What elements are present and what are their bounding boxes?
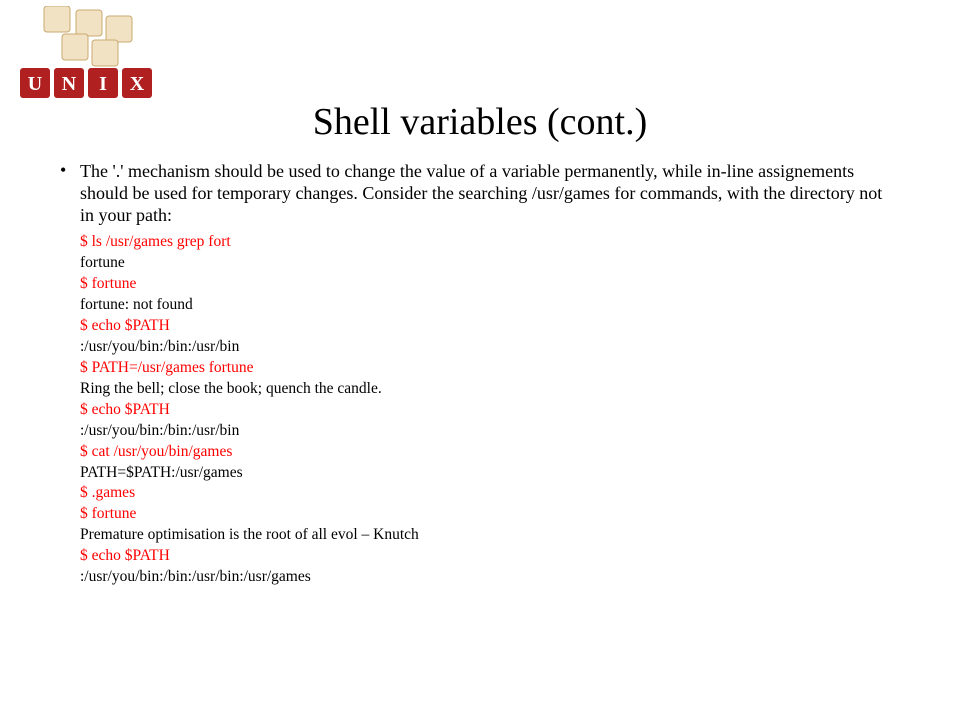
logo-letter-i: I bbox=[99, 73, 107, 95]
code-line: :/usr/you/bin:/bin:/usr/bin bbox=[80, 337, 900, 358]
code-line: $ PATH=/usr/games fortune bbox=[80, 358, 900, 379]
code-line: PATH=$PATH:/usr/games bbox=[80, 463, 900, 484]
logo-letter-u: U bbox=[28, 73, 42, 95]
bullet-item: • The '.' mechanism should be used to ch… bbox=[60, 160, 900, 226]
bullet-glyph: • bbox=[60, 160, 80, 180]
slide-title: Shell variables (cont.) bbox=[0, 100, 960, 144]
code-line: $ .games bbox=[80, 483, 900, 504]
code-line: :/usr/you/bin:/bin:/usr/bin:/usr/games bbox=[80, 567, 900, 588]
code-line: $ echo $PATH bbox=[80, 400, 900, 421]
slide-root: U N I X Shell variables (cont.) • The '.… bbox=[0, 0, 960, 720]
code-line: Premature optimisation is the root of al… bbox=[80, 525, 900, 546]
code-line: $ echo $PATH bbox=[80, 316, 900, 337]
code-line: $ ls /usr/games grep fort bbox=[80, 232, 900, 253]
slide-body: • The '.' mechanism should be used to ch… bbox=[60, 160, 900, 588]
logo-letter-x: X bbox=[130, 73, 145, 95]
code-line: :/usr/you/bin:/bin:/usr/bin bbox=[80, 421, 900, 442]
code-line: fortune bbox=[80, 253, 900, 274]
code-line: fortune: not found bbox=[80, 295, 900, 316]
code-block: $ ls /usr/games grep fortfortune$ fortun… bbox=[80, 232, 900, 588]
intro-text: The '.' mechanism should be used to chan… bbox=[80, 160, 900, 226]
code-line: $ echo $PATH bbox=[80, 546, 900, 567]
code-line: $ cat /usr/you/bin/games bbox=[80, 442, 900, 463]
code-line: Ring the bell; close the book; quench th… bbox=[80, 379, 900, 400]
logo-letter-n: N bbox=[62, 73, 77, 95]
unix-logo: U N I X bbox=[14, 6, 154, 106]
code-line: $ fortune bbox=[80, 274, 900, 295]
code-line: $ fortune bbox=[80, 504, 900, 525]
